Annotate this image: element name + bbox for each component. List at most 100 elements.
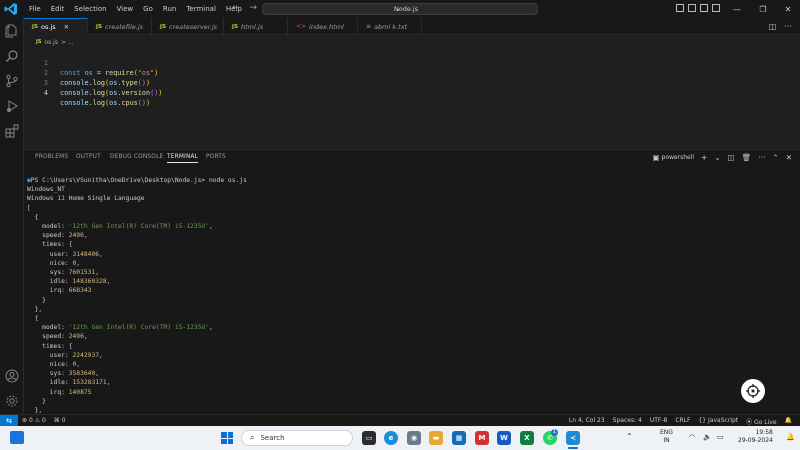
extensions-icon[interactable] (5, 124, 19, 138)
menu-selection[interactable]: Selection (69, 0, 111, 18)
camera-app-icon[interactable]: ◉ (407, 431, 421, 445)
tab-createserver-js[interactable]: JS createserver.js (152, 18, 224, 35)
go-live-button[interactable]: ⦿ Go Live (746, 417, 776, 426)
tab-ports[interactable]: PORTS (206, 154, 226, 160)
mcafee-icon[interactable]: M (475, 431, 489, 445)
close-window-button[interactable]: ✕ (777, 0, 799, 18)
back-arrow-icon[interactable]: ← (232, 3, 240, 13)
javascript-file-icon: JS (232, 23, 239, 30)
notification-badge: 1 (551, 429, 558, 436)
chevron-down-icon[interactable]: ⌄ (714, 153, 720, 162)
explorer-icon[interactable] (5, 24, 19, 38)
tab-debug-console[interactable]: DEBUG CONSOLE (110, 154, 163, 160)
terminal-line: model: '12th Gen Intel(R) Core(TM) i5-12… (27, 223, 213, 231)
tab-output[interactable]: OUTPUT (76, 154, 101, 160)
taskbar-search[interactable]: ⌕ Search (241, 430, 353, 446)
terminal-shell-label[interactable]: powershell (662, 154, 695, 161)
terminal-line: sys: 7601531, (27, 269, 100, 277)
task-view-icon[interactable]: ▭ (362, 431, 376, 445)
activity-bar (0, 18, 24, 414)
menu-edit[interactable]: Edit (46, 0, 70, 18)
wifi-icon[interactable]: ◠ (689, 433, 695, 441)
status-left: ⊗ 0 ⚠ 0 ⌘ 0 (22, 417, 66, 424)
nav-arrows: ← → (232, 3, 257, 13)
word-icon[interactable]: W (497, 431, 511, 445)
input-language[interactable]: ENG IN (660, 429, 673, 445)
cursor-position[interactable]: Ln 4, Col 23 (569, 417, 605, 426)
terminal-prompt-line: ●PS C:\Users\VSunitha\OneDrive\Desktop\N… (27, 177, 247, 184)
breadcrumb-separator[interactable]: > ... (61, 39, 74, 46)
close-tab-icon[interactable]: ✕ (64, 23, 69, 31)
volume-icon[interactable]: 🔈 (703, 433, 712, 441)
maximize-panel-icon[interactable]: ⌃ (772, 153, 778, 162)
code-line-1: const os = require("os") (60, 69, 159, 77)
show-hidden-icons-icon[interactable]: ⌃ (626, 433, 633, 441)
encoding[interactable]: UTF-8 (650, 417, 668, 426)
chatbot-button[interactable] (741, 379, 765, 403)
more-actions-icon[interactable]: ··· (784, 22, 792, 31)
menu-go[interactable]: Go (138, 0, 158, 18)
toggle-panel-icon[interactable] (688, 4, 696, 12)
split-editor-icon[interactable]: ◫ (769, 22, 777, 31)
minimize-button[interactable]: — (726, 0, 748, 18)
battery-icon[interactable]: ▭ (717, 433, 724, 441)
editor-tabs: JS os.js ✕ JS createfile.js JS createser… (24, 18, 800, 35)
remote-indicator-icon[interactable]: ⇆ (0, 415, 18, 426)
settings-gear-icon[interactable] (5, 394, 19, 408)
toggle-secondary-sidebar-icon[interactable] (700, 4, 708, 12)
new-terminal-icon[interactable]: + (701, 153, 707, 162)
problems-indicator[interactable]: ⊗ 0 ⚠ 0 (22, 417, 46, 424)
tab-abmi-k-txt[interactable]: ≡ abmi k.txt (358, 18, 422, 35)
split-terminal-icon[interactable]: ◫ (728, 153, 735, 162)
warning-count: 0 (41, 417, 46, 424)
search-icon[interactable] (5, 49, 19, 63)
tab-createfile-js[interactable]: JS createfile.js (88, 18, 152, 35)
lang-region: IN (663, 437, 670, 444)
system-clock[interactable]: 19:58 29-09-2024 (738, 429, 773, 445)
terminal-output[interactable]: ●PS C:\Users\VSunitha\OneDrive\Desktop\N… (27, 176, 787, 416)
maximize-button[interactable]: ❐ (752, 0, 774, 18)
menu-run[interactable]: Run (158, 0, 181, 18)
ports-indicator[interactable]: ⌘ 0 (54, 417, 66, 424)
kill-terminal-icon[interactable]: 🗑 (742, 153, 752, 162)
indentation[interactable]: Spaces: 4 (613, 417, 642, 426)
editor-actions: ◫ ··· (769, 22, 792, 31)
vscode-taskbar-icon[interactable]: ≺ (566, 431, 580, 445)
source-control-icon[interactable] (5, 74, 19, 88)
tab-index-html[interactable]: <> index.html (288, 18, 358, 35)
ports-count: 0 (61, 417, 66, 424)
tab-os-js[interactable]: JS os.js ✕ (24, 18, 88, 35)
notification-center-icon[interactable]: 🔔 (786, 433, 795, 441)
widgets-icon[interactable] (10, 431, 24, 444)
command-center[interactable]: ⌕ Node.js (262, 3, 538, 15)
edge-browser-icon[interactable]: e (384, 431, 398, 445)
forward-arrow-icon[interactable]: → (250, 3, 258, 13)
tab-html-js[interactable]: JS html.js (224, 18, 288, 35)
tab-terminal[interactable]: TERMINAL (167, 154, 199, 163)
file-explorer-icon[interactable]: ▬ (429, 431, 443, 445)
tab-problems[interactable]: PROBLEMS (35, 154, 68, 160)
customize-layout-icon[interactable] (712, 4, 720, 12)
notifications-bell-icon[interactable]: 🔔 (785, 417, 792, 426)
line-endings[interactable]: CRLF (675, 417, 690, 426)
menu-view[interactable]: View (112, 0, 139, 18)
terminal-line: nice: 0, (27, 361, 81, 369)
terminal-shell-icon: ▣ (652, 153, 660, 162)
close-panel-icon[interactable]: ✕ (786, 153, 792, 162)
toggle-sidebar-icon[interactable] (676, 4, 684, 12)
html-file-icon: <> (296, 23, 307, 30)
start-button[interactable] (221, 432, 233, 444)
more-actions-icon[interactable]: ··· (758, 153, 765, 162)
menu-terminal[interactable]: Terminal (181, 0, 221, 18)
vscode-logo-icon (4, 3, 17, 15)
accounts-icon[interactable] (5, 369, 19, 383)
store-app-icon[interactable]: ▦ (452, 431, 466, 445)
lang-code: ENG (660, 429, 673, 436)
excel-icon[interactable]: X (520, 431, 534, 445)
code-editor[interactable]: 1 const os = require("os") 2 console.log… (24, 48, 800, 148)
breadcrumb-file[interactable]: os.js (44, 39, 58, 46)
language-mode[interactable]: {} JavaScript (698, 417, 738, 426)
menu-file[interactable]: File (24, 0, 46, 18)
terminal-line: times: { (27, 241, 73, 249)
run-debug-icon[interactable] (5, 99, 19, 113)
